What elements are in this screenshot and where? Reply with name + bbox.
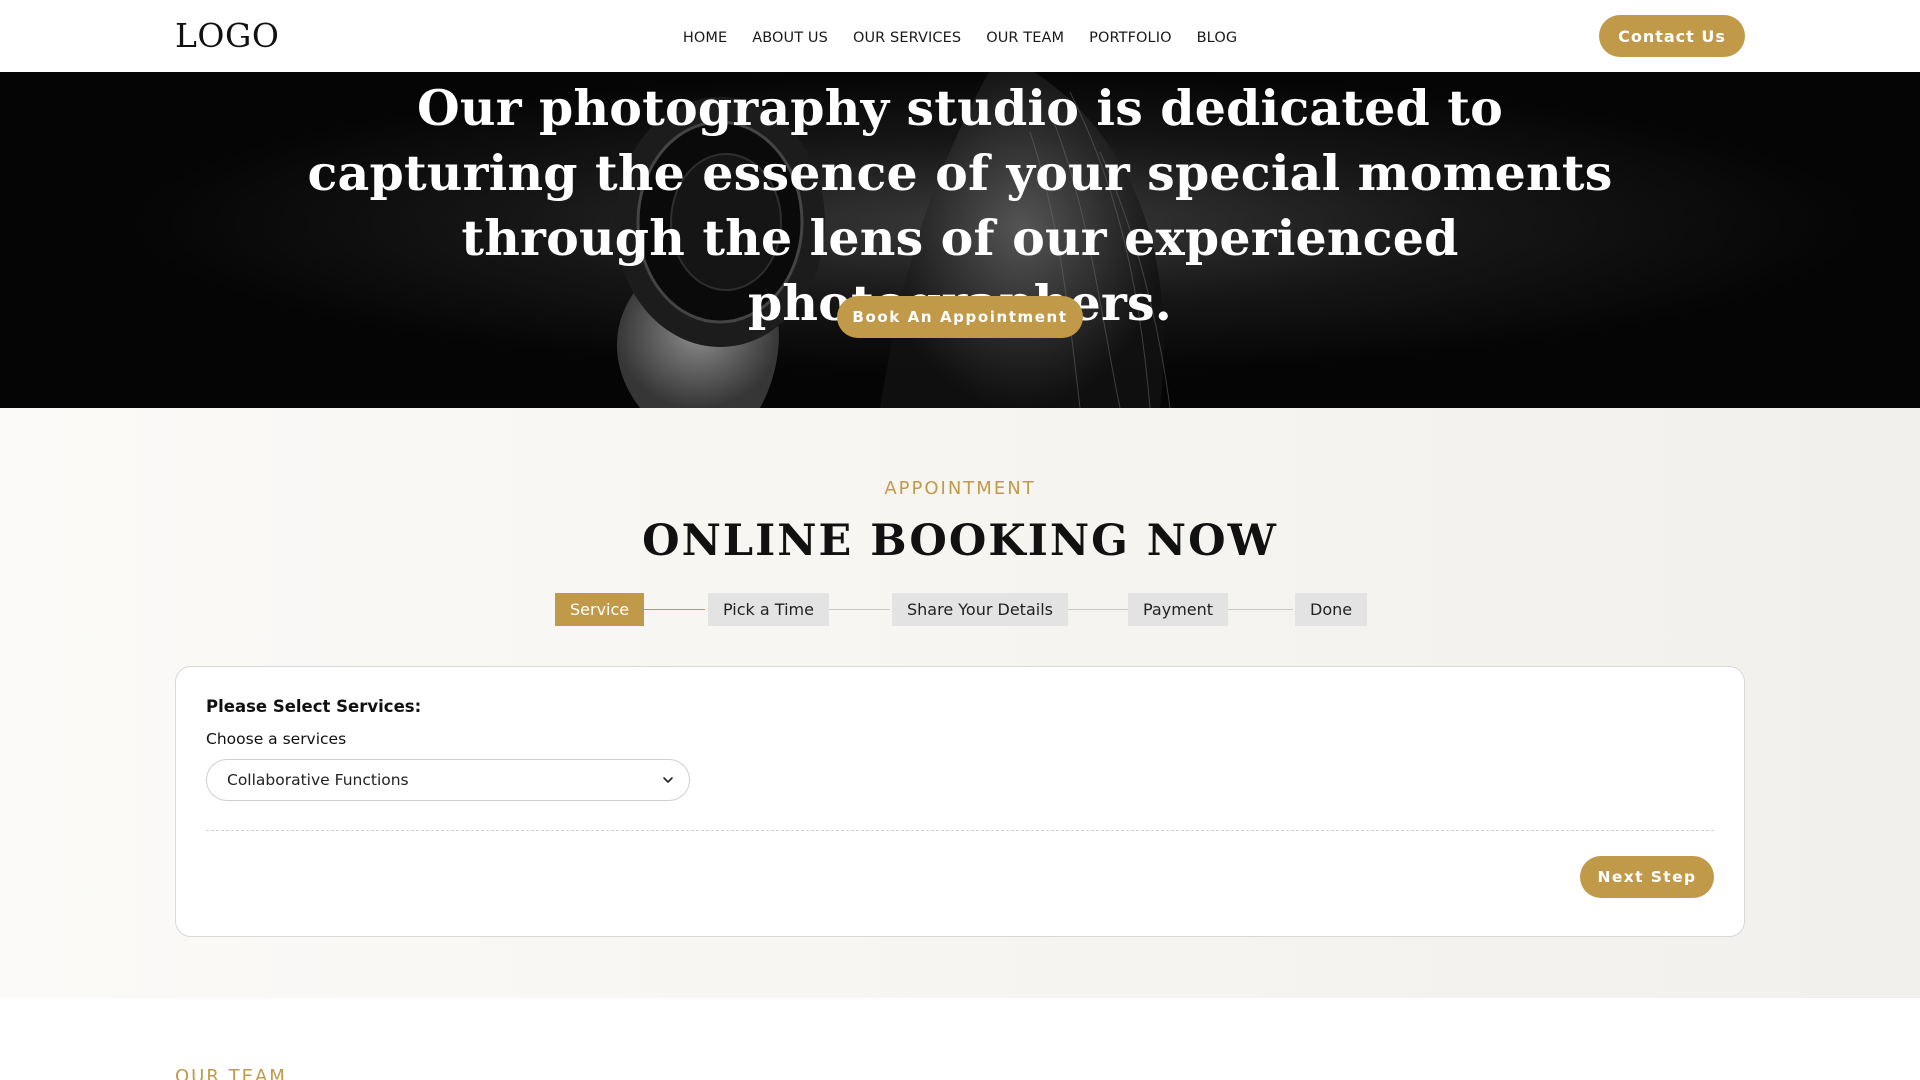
nav-portfolio[interactable]: PORTFOLIO	[1089, 30, 1171, 46]
nav-blog[interactable]: BLOG	[1197, 30, 1238, 46]
team-eyebrow: OUR TEAM	[175, 1066, 287, 1080]
site-header: LOGO HOME ABOUT US OUR SERVICES OUR TEAM…	[0, 0, 1920, 72]
step-connector	[1058, 609, 1128, 610]
next-step-button[interactable]: Next Step	[1580, 856, 1714, 898]
booking-section: APPOINTMENT ONLINE BOOKING NOW Service P…	[0, 408, 1920, 998]
section-eyebrow: APPOINTMENT	[884, 478, 1036, 499]
step-connector	[1223, 609, 1293, 610]
step-share-your-details[interactable]: Share Your Details	[892, 593, 1068, 626]
step-connector	[820, 609, 890, 610]
nav-our-team[interactable]: OUR TEAM	[986, 30, 1064, 46]
contact-us-button[interactable]: Contact Us	[1599, 15, 1745, 57]
services-heading: Please Select Services:	[206, 697, 422, 716]
step-done[interactable]: Done	[1295, 593, 1368, 626]
section-title: ONLINE BOOKING NOW	[642, 516, 1278, 566]
service-select[interactable]: Collaborative Functions	[206, 759, 690, 801]
step-connector	[635, 609, 705, 610]
nav-home[interactable]: HOME	[683, 30, 727, 46]
chevron-down-icon	[663, 777, 673, 783]
card-divider	[206, 830, 1714, 831]
services-sublabel: Choose a services	[206, 730, 347, 748]
service-select-value: Collaborative Functions	[227, 771, 409, 789]
book-appointment-button[interactable]: Book An Appointment	[837, 296, 1083, 338]
hero-banner: Our photography studio is dedicated to c…	[0, 72, 1920, 408]
step-service[interactable]: Service	[555, 593, 645, 626]
step-pick-a-time[interactable]: Pick a Time	[708, 593, 829, 626]
booking-card: Please Select Services: Choose a service…	[175, 666, 1745, 937]
booking-stepper: Service Pick a Time Share Your Details P…	[555, 593, 1368, 627]
step-payment[interactable]: Payment	[1128, 593, 1229, 626]
nav-about-us[interactable]: ABOUT US	[752, 30, 828, 46]
nav-our-services[interactable]: OUR SERVICES	[853, 30, 961, 46]
